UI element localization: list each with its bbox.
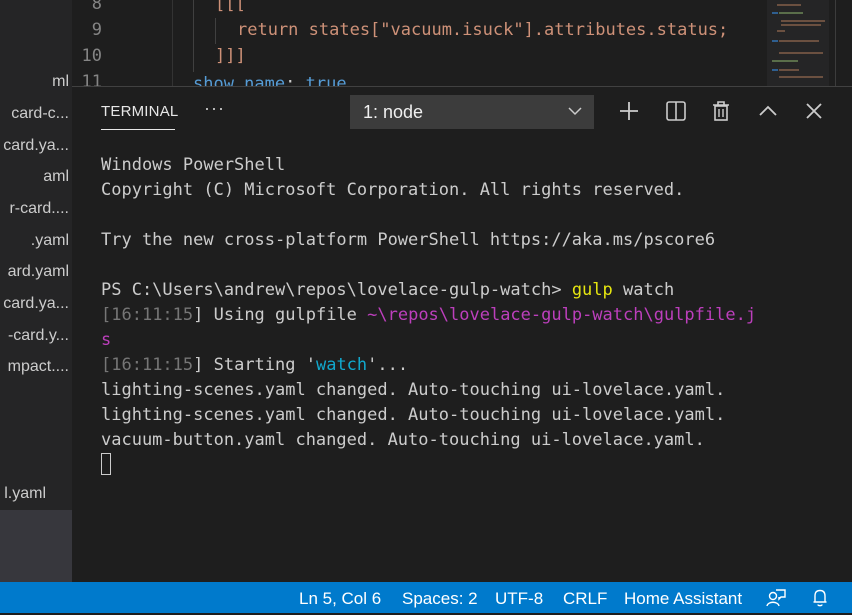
prompt: PS C:\Users\andrew\repos\lovelace-gulp-w… <box>101 280 572 300</box>
command-args: watch <box>612 280 675 300</box>
file-item[interactable]: l.yaml <box>4 483 46 505</box>
indentation[interactable]: Spaces: 2 <box>402 582 478 615</box>
terminal-select[interactable]: 1: node <box>350 95 594 129</box>
trash-icon[interactable] <box>709 99 733 123</box>
indent-guide <box>193 0 194 72</box>
terminal-line: Copyright (C) Microsoft Corporation. All… <box>101 180 685 200</box>
feedback-icon[interactable] <box>766 588 786 608</box>
line-number: 8 <box>91 0 102 14</box>
explorer-sidebar: ml card-c... card.ya... aml r-card.... .… <box>0 0 72 582</box>
terminal-line-empty <box>101 203 756 228</box>
chevron-down-icon <box>568 107 582 116</box>
log-text: ] Starting ' <box>193 355 316 375</box>
code-line: return states["vacuum.isuck"].attributes… <box>237 20 729 40</box>
code-line: ]]] <box>215 46 246 66</box>
bell-icon[interactable] <box>810 588 830 608</box>
minimap[interactable] <box>767 0 829 86</box>
file-item[interactable]: ml <box>52 71 69 93</box>
active-tab-indicator <box>101 129 175 130</box>
command-name: gulp <box>571 280 613 300</box>
code-line: [[[ <box>215 0 246 14</box>
yaml-separator: : <box>285 74 306 86</box>
language-mode[interactable]: Home Assistant <box>624 582 742 615</box>
terminal-line-empty <box>101 253 756 278</box>
terminal-output[interactable]: Windows PowerShell Copyright (C) Microsof… <box>101 153 756 478</box>
chevron-up-icon[interactable] <box>756 99 780 123</box>
code-editor[interactable]: 8 9 10 11 [[[ return states["vacuum.isuc… <box>72 0 852 86</box>
terminal-select-value: 1: node <box>363 102 424 122</box>
timestamp: 16:11:15 <box>111 355 194 375</box>
file-item[interactable]: aml <box>43 166 69 188</box>
file-item[interactable]: card-c... <box>11 103 69 125</box>
timestamp: 16:11:15 <box>111 305 194 325</box>
terminal-line: Windows PowerShell <box>101 155 286 175</box>
task-name: watch <box>315 355 368 375</box>
yaml-value: true <box>305 74 347 86</box>
line-gutter: 8 9 10 11 <box>72 0 173 86</box>
terminal-line: vacuum-button.yaml changed. Auto-touchin… <box>101 430 705 450</box>
file-item[interactable]: r-card.... <box>9 198 69 220</box>
line-number: 11 <box>81 72 102 86</box>
split-terminal-icon[interactable] <box>664 99 688 123</box>
end-of-line[interactable]: CRLF <box>563 582 607 615</box>
file-item[interactable]: ard.yaml <box>8 261 69 283</box>
tab-terminal[interactable]: TERMINAL <box>101 103 178 120</box>
file-item[interactable]: -card.y... <box>8 325 69 347</box>
code-line: show_name: true <box>193 74 347 86</box>
editor-scrollbar[interactable] <box>835 0 836 86</box>
terminal-line: [16:11:15] Starting 'watch'... <box>101 355 409 375</box>
file-item[interactable]: mpact.... <box>8 356 69 378</box>
line-number: 9 <box>91 20 102 40</box>
plus-icon[interactable] <box>617 99 641 123</box>
terminal-cursor <box>101 453 111 475</box>
terminal-panel: TERMINAL ··· 1: node Windows PowerShell C… <box>72 86 852 583</box>
log-text: ] Using gulpfile <box>193 305 368 325</box>
yaml-key: show_name <box>193 74 286 86</box>
file-item[interactable]: card.ya... <box>3 293 69 315</box>
terminal-line: [16:11:15] Using gulpfile ~\repos\lovela… <box>101 305 757 325</box>
status-bar: Ln 5, Col 6 Spaces: 2 UTF-8 CRLF Home As… <box>0 582 852 613</box>
file-item[interactable]: card.ya... <box>3 135 69 157</box>
indent-guide <box>215 18 216 44</box>
terminal-line: lighting-scenes.yaml changed. Auto-touch… <box>101 380 726 400</box>
file-item[interactable]: .yaml <box>31 230 69 252</box>
terminal-prompt-line: PS C:\Users\andrew\repos\lovelace-gulp-w… <box>101 278 756 303</box>
sidebar-section-collapsed <box>0 510 72 582</box>
gulpfile-path: ~\repos\lovelace-gulp-watch\gulpfile.j <box>367 305 757 325</box>
cursor-position[interactable]: Ln 5, Col 6 <box>299 582 381 615</box>
gulpfile-path-wrap: s <box>101 330 112 350</box>
terminal-cursor-line <box>101 453 756 478</box>
close-icon[interactable] <box>802 99 826 123</box>
more-actions-button[interactable]: ··· <box>204 98 225 119</box>
line-number: 10 <box>81 46 102 66</box>
log-text: '... <box>367 355 409 375</box>
terminal-line: Try the new cross-platform PowerShell ht… <box>101 230 716 250</box>
encoding[interactable]: UTF-8 <box>495 582 543 615</box>
terminal-line: lighting-scenes.yaml changed. Auto-touch… <box>101 405 726 425</box>
